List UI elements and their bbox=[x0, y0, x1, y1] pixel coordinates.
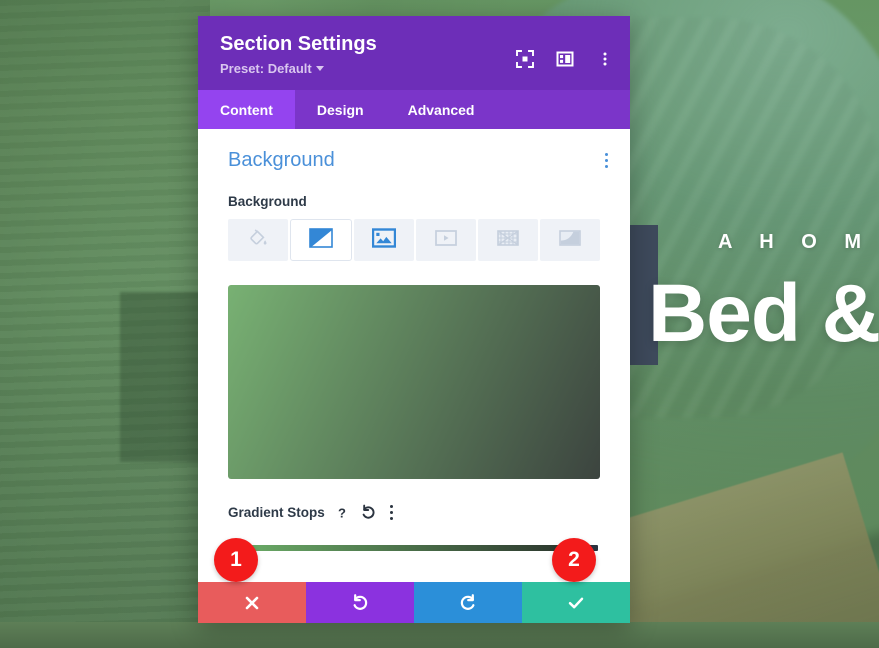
pattern-icon bbox=[496, 228, 520, 253]
modal-tabs: Content Design Advanced bbox=[198, 90, 630, 129]
callout-badge-1: 1 bbox=[214, 538, 258, 582]
undo-button[interactable] bbox=[306, 582, 414, 623]
section-options-icon[interactable] bbox=[601, 149, 612, 172]
reset-undo-icon[interactable] bbox=[360, 504, 377, 521]
tab-advanced[interactable]: Advanced bbox=[386, 90, 497, 129]
fullscreen-icon[interactable] bbox=[516, 50, 534, 68]
cancel-button[interactable] bbox=[198, 582, 306, 623]
undo-icon bbox=[350, 593, 370, 613]
redo-button[interactable] bbox=[414, 582, 522, 623]
background-type-selector bbox=[228, 219, 600, 261]
svg-text:?: ? bbox=[338, 505, 346, 520]
kebab-menu-icon[interactable] bbox=[596, 50, 614, 68]
modal-action-bar bbox=[198, 582, 630, 623]
chevron-down-icon bbox=[315, 66, 324, 71]
paint-bucket-icon bbox=[247, 227, 269, 254]
background-type-color[interactable] bbox=[228, 219, 288, 261]
modal-header: Section Settings Preset: Default bbox=[198, 16, 630, 90]
background-type-image[interactable] bbox=[354, 219, 414, 261]
gradient-stops-header: Gradient Stops ? bbox=[228, 501, 630, 524]
image-icon bbox=[371, 227, 397, 253]
background-type-mask[interactable] bbox=[540, 219, 600, 261]
screen: A H O M E A Bed & Section Settings Prese… bbox=[0, 0, 879, 648]
modal-header-icons bbox=[516, 50, 614, 68]
background-type-gradient[interactable] bbox=[290, 219, 352, 261]
gradient-stops-label: Gradient Stops bbox=[228, 505, 325, 520]
background-section-header: Background bbox=[198, 149, 630, 172]
modal-body: Background Background Gradient Stops ? bbox=[198, 129, 630, 582]
background-type-pattern[interactable] bbox=[478, 219, 538, 261]
video-icon bbox=[434, 228, 458, 253]
photo-bottom-band bbox=[0, 622, 879, 648]
layout-panel-icon[interactable] bbox=[556, 50, 574, 68]
gradient-stops-slider[interactable] bbox=[228, 540, 600, 556]
save-button[interactable] bbox=[522, 582, 630, 623]
redo-icon bbox=[458, 593, 478, 613]
gradient-icon bbox=[309, 227, 333, 253]
callout-badge-2: 2 bbox=[552, 538, 596, 582]
close-x-icon bbox=[243, 594, 261, 612]
tab-content[interactable]: Content bbox=[198, 90, 295, 129]
mask-icon bbox=[558, 228, 582, 253]
gradient-stops-track[interactable] bbox=[236, 545, 598, 551]
section-title: Background bbox=[228, 149, 335, 171]
check-icon bbox=[566, 593, 586, 613]
stops-options-icon[interactable] bbox=[386, 501, 397, 524]
tab-design[interactable]: Design bbox=[295, 90, 386, 129]
background-field-label: Background bbox=[228, 194, 307, 209]
section-settings-modal: Section Settings Preset: Default Content… bbox=[198, 16, 630, 623]
background-type-video[interactable] bbox=[416, 219, 476, 261]
gradient-preview[interactable] bbox=[228, 285, 600, 479]
help-question-icon[interactable]: ? bbox=[334, 504, 351, 521]
preset-label: Preset: Default bbox=[220, 61, 312, 76]
